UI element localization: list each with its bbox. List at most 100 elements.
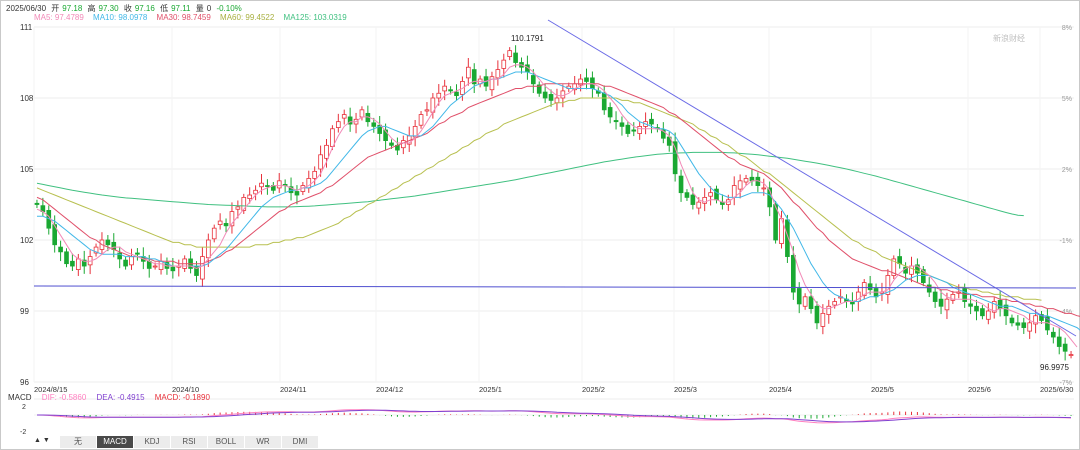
candle-body — [1050, 331, 1056, 338]
tab-dmi[interactable]: DMI — [282, 436, 319, 448]
candle-body — [324, 144, 329, 159]
chart-window: 2025/06/30 开 97.18 高 97.30 收 97.16 低 97.11 量… — [0, 0, 1080, 450]
candle-body — [75, 258, 81, 270]
candle-body — [548, 94, 554, 101]
candle-body — [684, 192, 690, 198]
candle-body — [418, 114, 424, 126]
y-tick-label: 99 — [20, 307, 29, 316]
macd-title: MACD — [8, 393, 32, 402]
candle-body — [926, 284, 932, 293]
ma10-line — [37, 71, 1080, 331]
y-tick-label: 108 — [20, 94, 34, 103]
candle-body — [590, 77, 595, 89]
tab-boll[interactable]: BOLL — [208, 436, 245, 448]
tab-rsi[interactable]: RSI — [171, 436, 208, 448]
candle-body — [826, 305, 832, 315]
y-right-tick-label: 8% — [1062, 25, 1072, 32]
candle-body — [1015, 322, 1021, 326]
candle-body — [974, 305, 979, 312]
candle-body — [997, 299, 1003, 310]
tab-wr[interactable]: WR — [245, 436, 282, 448]
candle-body — [312, 170, 318, 179]
tab-macd[interactable]: MACD — [97, 436, 134, 448]
candle-body — [123, 259, 128, 267]
high-annotation: 110.1791 — [511, 34, 544, 43]
candle-body — [690, 194, 696, 205]
low-annotation: 96.9975 — [1040, 363, 1069, 372]
candle-body — [938, 298, 944, 307]
y-right-tick-label: -1% — [1060, 238, 1072, 245]
candle-body — [820, 312, 826, 327]
x-tick-label: 2025/4 — [769, 385, 792, 394]
price-chart[interactable]: 1111081051029996 8%5%2%-1%-4%-7% 2024/8/… — [0, 0, 1080, 450]
candle-body — [205, 239, 211, 259]
candle-body — [152, 265, 158, 268]
candle-body — [678, 175, 684, 194]
candle-body — [424, 109, 430, 112]
candle-body — [601, 92, 607, 111]
candle-body — [64, 251, 69, 265]
candle-body — [832, 301, 838, 306]
candle-body — [135, 252, 140, 255]
candle-body — [542, 91, 548, 99]
y-right-tick-label: -4% — [1060, 309, 1072, 316]
candle-body — [501, 59, 507, 69]
candle-body — [436, 92, 442, 99]
candle-body — [802, 296, 808, 307]
candle-body — [743, 178, 749, 183]
candle-body — [335, 121, 341, 128]
candle-body — [465, 66, 471, 79]
y-tick-label: 105 — [20, 165, 34, 174]
macd-tick-label: 2 — [22, 404, 26, 411]
scroll-arrows[interactable]: ▲ ▼ — [34, 437, 50, 444]
candle-body — [200, 256, 205, 280]
dea-legend: DEA: -0.4915 — [96, 393, 145, 402]
candle-body — [584, 77, 589, 82]
candle-body — [714, 188, 719, 201]
candle-body — [170, 266, 176, 272]
candle-body — [58, 246, 63, 253]
candle-body — [1021, 322, 1027, 328]
tab-none[interactable]: 无 — [60, 436, 97, 448]
candle-body — [129, 256, 134, 266]
candle-body — [560, 90, 566, 99]
candle-body — [341, 114, 347, 119]
candle-body — [223, 223, 229, 227]
macd-legend: MACD DIF: -0.5860 DEA: -0.4915 MACD: -0.… — [8, 393, 218, 402]
ma125-line — [36, 151, 1024, 217]
dea-line — [37, 409, 1072, 423]
tab-kdj[interactable]: KDJ — [134, 436, 171, 448]
x-tick-label: 2024/11 — [280, 385, 307, 394]
candle-body — [625, 124, 631, 134]
candle-body — [808, 296, 814, 310]
candle-body — [235, 206, 241, 210]
candle-body — [619, 122, 625, 127]
dif-legend: DIF: -0.5860 — [41, 393, 87, 402]
ma60-line — [36, 97, 1042, 301]
candle-body — [330, 128, 335, 147]
candle-body — [932, 291, 938, 302]
candle-body — [389, 142, 394, 146]
macd-panel: 2 -2 — [20, 398, 1074, 436]
candle-body — [649, 118, 654, 125]
candle-body — [790, 254, 796, 293]
x-tick-label: 2025/6 — [968, 385, 991, 394]
candle-body — [105, 239, 111, 246]
candle-body — [34, 202, 40, 205]
candle-body — [530, 75, 536, 85]
candle-body — [607, 107, 613, 118]
candle-body — [265, 185, 270, 187]
candle-body — [507, 50, 513, 57]
candle-body — [867, 283, 873, 291]
support-line — [33, 285, 1077, 289]
candle-body — [696, 201, 702, 209]
candle-body — [613, 120, 619, 123]
macd-tick-label: -2 — [20, 429, 26, 436]
candle-body — [897, 256, 903, 265]
candle-body — [909, 265, 914, 275]
x-tick-label: 2024/12 — [376, 385, 403, 394]
candle-body — [637, 126, 643, 134]
candle-body — [318, 154, 323, 170]
candle-body — [400, 140, 406, 149]
candle-body — [1009, 317, 1015, 324]
